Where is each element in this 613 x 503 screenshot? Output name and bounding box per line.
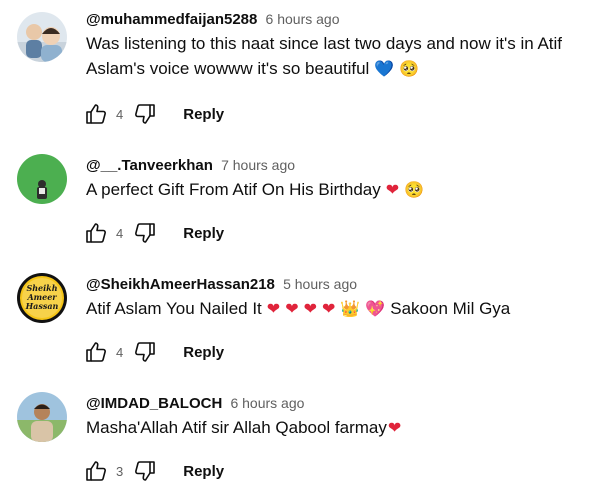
comment-body: Atif Aslam You Nailed It [86,299,262,318]
comment-header: @__.Tanveerkhan 7 hours ago [86,155,295,176]
red-heart-emoji: ❤ [385,180,400,199]
comment-header: @IMDAD_BALOCH 6 hours ago [86,393,304,414]
comment-author[interactable]: @SheikhAmeerHassan218 [86,276,275,293]
red-heart-emoji: ❤ [266,299,281,318]
comment-time[interactable]: 6 hours ago [266,11,340,27]
comment-actions: 4 Reply [84,340,224,364]
comment-text: Atif Aslam You Nailed It ❤ ❤ ❤ ❤ 👑 💖 Sakoon Mil… [86,296,601,321]
comment-header: @SheikhAmeerHassan218 5 hours ago [86,274,357,295]
comment-body: Was listening to this naat since last tw… [86,34,563,78]
like-button[interactable] [84,340,108,364]
comment-text: Masha'Allah Atif sir Allah Qabool farmay… [86,415,601,440]
red-heart-emoji: ❤ [387,418,402,437]
like-count: 4 [116,344,124,360]
comment-1: @muhammedfaijan5288 6 hours ago Was list… [0,0,613,124]
thumbs-down-icon [135,461,156,481]
reply-button[interactable]: Reply [183,463,224,480]
avatar[interactable] [17,154,67,204]
thumbs-up-icon [86,461,106,481]
comment-time[interactable]: 5 hours ago [283,276,357,292]
reply-button[interactable]: Reply [183,106,224,123]
like-count: 4 [116,225,124,241]
reply-button[interactable]: Reply [183,225,224,242]
comment-author[interactable]: @muhammedfaijan5288 [86,11,257,28]
dislike-button[interactable] [133,340,157,364]
thumbs-up-icon [86,342,106,362]
dislike-button[interactable] [133,102,157,126]
comment-4: @IMDAD_BALOCH 6 hours ago Masha'Allah At… [0,384,613,503]
red-heart-emoji: ❤ [303,299,317,318]
comment-actions: 4 Reply [84,221,224,245]
comment-body: A perfect Gift From Atif On His Birthday [86,180,381,199]
dislike-button[interactable] [133,221,157,245]
thumbs-down-icon [135,342,156,362]
comment-actions: 4 Reply [84,102,224,126]
reply-button[interactable]: Reply [183,344,224,361]
like-button[interactable] [84,221,108,245]
avatar[interactable]: Sheikh Ameer Hassan [17,273,67,323]
red-heart-emoji: ❤ [322,299,336,318]
comment-3: Sheikh Ameer Hassan @SheikhAmeerHassan21… [0,265,613,384]
avatar[interactable] [17,392,67,442]
thumbs-up-icon [86,223,106,243]
thumbs-down-icon [135,104,156,124]
comment-header: @muhammedfaijan5288 6 hours ago [86,9,339,30]
dislike-button[interactable] [133,459,157,483]
pleading-face-emoji: 🥺 [399,59,420,78]
comment-body-tail: Sakoon Mil Gya [390,299,511,318]
avatar-text-3: Hassan [25,301,59,311]
like-button[interactable] [84,459,108,483]
comment-actions: 3 Reply [84,459,224,483]
thumbs-up-icon [86,104,106,124]
like-count: 4 [116,106,124,122]
comment-author[interactable]: @__.Tanveerkhan [86,157,213,174]
crown-emoji: 👑 [340,299,361,318]
sparkling-heart-emoji: 💖 [365,299,386,318]
pleading-face-emoji: 🥺 [404,180,425,199]
comment-text: Was listening to this naat since last tw… [86,31,601,81]
red-heart-emoji: ❤ [285,299,299,318]
comment-author[interactable]: @IMDAD_BALOCH [86,395,222,412]
comment-2: @__.Tanveerkhan 7 hours ago A perfect Gi… [0,146,613,265]
avatar[interactable] [17,12,67,62]
comment-text: A perfect Gift From Atif On His Birthday… [86,177,601,202]
like-button[interactable] [84,102,108,126]
comment-time[interactable]: 7 hours ago [221,157,295,173]
blue-heart-emoji: 💙 [374,59,395,78]
like-count: 3 [116,463,124,479]
thumbs-down-icon [135,223,156,243]
comment-body: Masha'Allah Atif sir Allah Qabool farmay [86,418,387,437]
comment-time[interactable]: 6 hours ago [230,395,304,411]
